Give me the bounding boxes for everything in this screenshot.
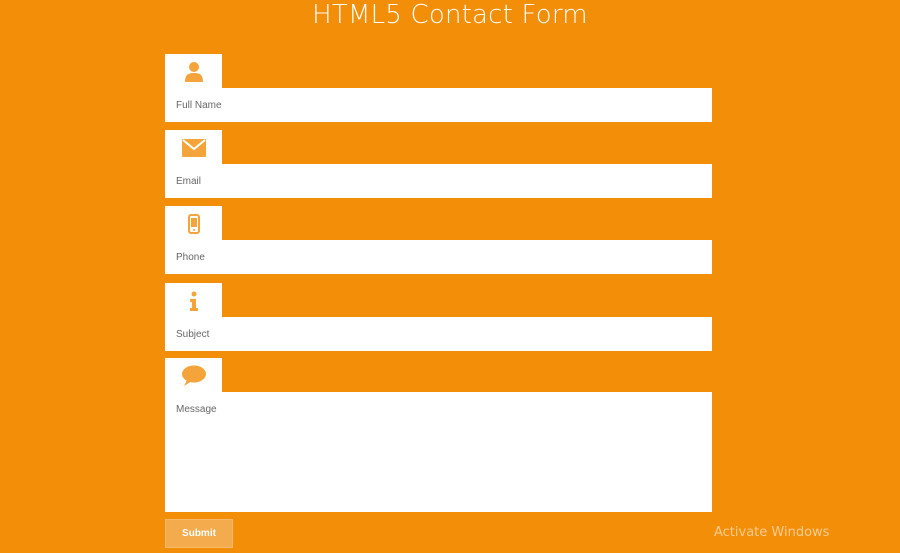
speech-bubble-icon <box>165 358 222 393</box>
info-icon <box>165 283 222 318</box>
phone-input[interactable] <box>165 240 712 274</box>
envelope-icon <box>165 130 222 165</box>
submit-button[interactable]: Submit <box>165 519 233 548</box>
message-textarea[interactable] <box>165 392 712 512</box>
email-input[interactable] <box>165 164 712 198</box>
mobile-phone-icon <box>165 206 222 241</box>
person-icon <box>165 54 222 89</box>
page-title: HTML5 Contact Form <box>312 0 588 30</box>
full-name-input[interactable] <box>165 88 712 122</box>
subject-input[interactable] <box>165 317 712 351</box>
activate-windows-watermark: Activate Windows <box>714 525 830 540</box>
